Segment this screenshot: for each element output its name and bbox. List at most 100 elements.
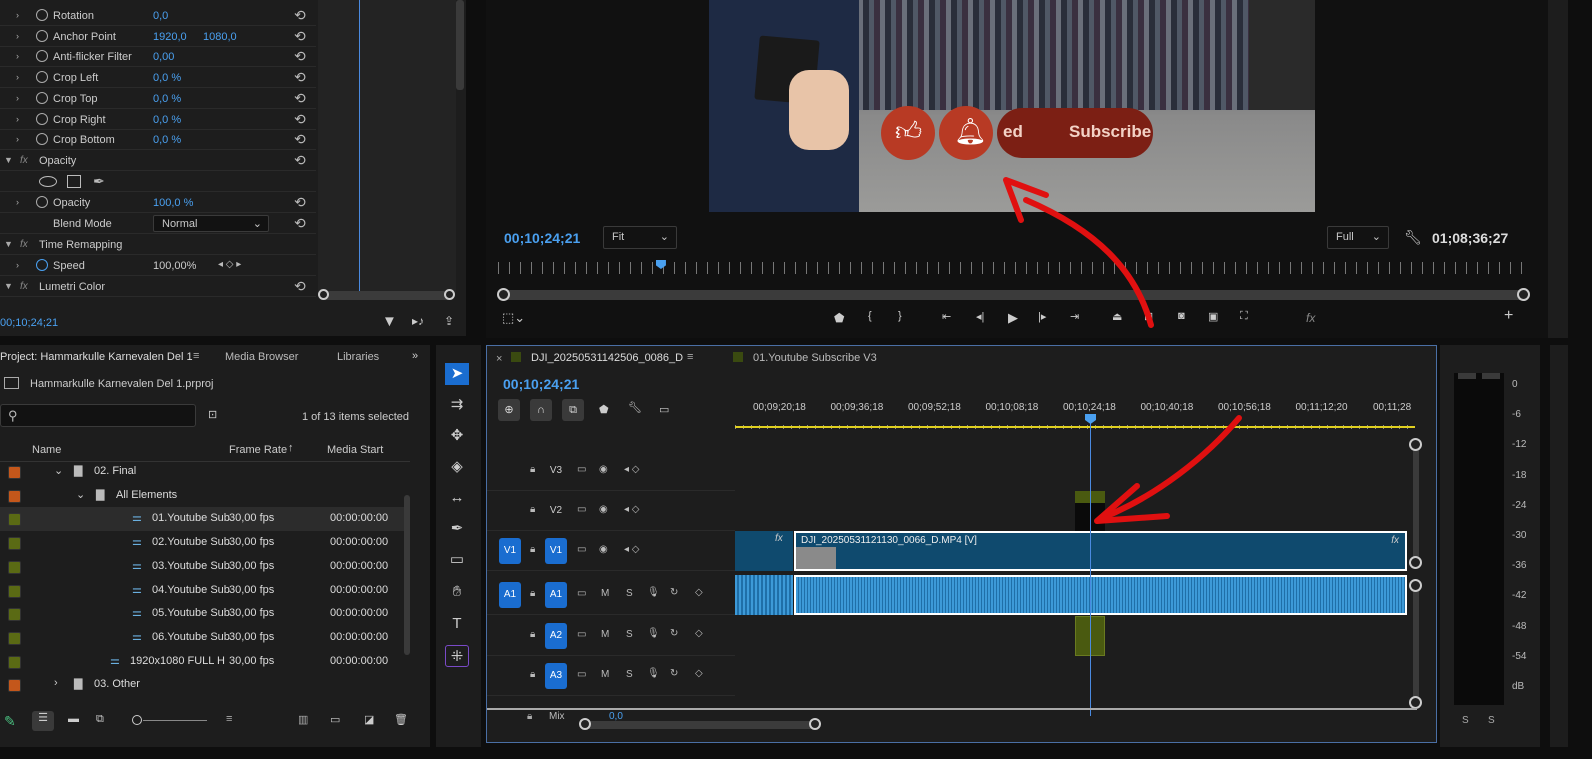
stopwatch-icon[interactable] — [36, 71, 48, 84]
work-area-bar[interactable] — [735, 426, 1415, 428]
label-color-swatch[interactable] — [8, 631, 21, 645]
reset-icon[interactable]: ⟲ — [294, 131, 306, 148]
audio-clip-main[interactable] — [794, 575, 1407, 615]
step-back-icon[interactable]: ◂| — [976, 310, 984, 323]
property-value-1[interactable]: 0,0 % — [153, 134, 181, 146]
label-color-swatch[interactable] — [8, 679, 21, 693]
menu-icon[interactable]: ≡ — [193, 350, 199, 362]
list-item[interactable]: ⚌ 05.Youtube Sub 30,00 fps 00:00:00:00 — [0, 602, 410, 626]
eye-icon[interactable]: ◉ — [599, 464, 608, 475]
lock-icon[interactable]: 🔒︎ — [530, 464, 535, 475]
keyframe-area[interactable] — [318, 0, 456, 292]
sync-lock-icon[interactable]: ▭ — [577, 464, 586, 475]
eye-icon[interactable]: ◉ — [599, 504, 608, 515]
close-icon[interactable]: × — [496, 353, 502, 365]
label-color-swatch[interactable] — [8, 537, 21, 551]
stopwatch-icon[interactable] — [36, 112, 48, 125]
reset-icon[interactable]: ⟲ — [294, 278, 306, 295]
video-clip-main[interactable]: DJI_20250531121130_0066_D.MP4 [V] fx — [794, 531, 1407, 571]
track-header-video[interactable]: 🔒︎ V3 ▭ ◉ ◂ ◇ — [487, 451, 735, 491]
mute-button[interactable]: M — [601, 629, 609, 640]
pen-mask-icon[interactable]: ✒ — [93, 173, 105, 190]
label-color-swatch[interactable] — [8, 584, 21, 598]
stopwatch-icon[interactable] — [36, 196, 48, 208]
property-value-1[interactable]: 0,0 % — [153, 114, 181, 126]
rectangle-tool-icon[interactable]: ▭ — [445, 549, 469, 571]
wrench-icon[interactable]: 🔧︎ — [1404, 229, 1422, 246]
mark-out-icon[interactable]: } — [898, 310, 902, 322]
scroll-handle[interactable] — [809, 718, 821, 730]
mark-in-icon[interactable]: { — [868, 310, 872, 322]
video-clip-left[interactable]: fx — [735, 531, 793, 571]
track-header-video[interactable]: 🔒︎ V2 ▭ ◉ ◂ ◇ — [487, 491, 735, 531]
nest-icon[interactable]: ⊕ — [498, 399, 520, 421]
chevron-right-icon[interactable]: › — [54, 677, 58, 689]
col-name[interactable]: Name — [32, 444, 61, 456]
sync-lock-icon[interactable]: ▭ — [577, 588, 586, 599]
lock-icon[interactable]: 🔒︎ — [530, 588, 535, 599]
sync-lock-icon[interactable]: ▭ — [577, 669, 586, 680]
lock-icon[interactable]: 🔒︎ — [527, 711, 532, 722]
sync-lock-icon[interactable]: ▭ — [577, 504, 586, 515]
stopwatch-icon[interactable] — [36, 9, 48, 21]
track-header-audio[interactable]: 🔒︎ A3 ▭ M S 🎙︎ ↻ ◇ — [487, 656, 735, 696]
track-select-tool-icon[interactable]: ⇉ — [445, 394, 469, 416]
property-value-1[interactable]: 0,0 % — [153, 93, 181, 105]
new-item-icon[interactable]: ◪ — [364, 713, 374, 726]
stopwatch-icon[interactable] — [36, 259, 48, 271]
time-remapping-section[interactable]: ▼ fx Time Remapping — [0, 235, 316, 255]
list-item[interactable]: ⌄ ▇ 02. Final — [0, 460, 410, 484]
vr-icon[interactable]: ⛶ — [1240, 310, 1248, 323]
stopwatch-icon[interactable] — [36, 91, 48, 104]
scrollbar[interactable] — [456, 0, 464, 90]
keyframe-nav-icon[interactable]: ◂ ◇ ▸ — [218, 259, 241, 270]
automate-icon[interactable]: ▥ — [298, 713, 308, 726]
marker-icon[interactable]: ⬟ — [834, 311, 844, 325]
scroll-handle[interactable] — [1409, 579, 1422, 592]
keyframe-icon[interactable]: ◇ — [695, 668, 703, 679]
track-target[interactable]: V1 — [545, 538, 567, 564]
chevron-down-icon[interactable]: ⌄ — [76, 488, 85, 501]
track-header-audio[interactable]: A1 🔒︎ A1 ▭ M S 🎙︎ ↻ ◇ — [487, 575, 735, 615]
list-item[interactable]: ⚌ 02.Youtube Sub 30,00 fps 00:00:00:00 — [0, 531, 410, 555]
reset-icon[interactable]: ⟲ — [294, 69, 306, 86]
reset-icon[interactable]: ⟲ — [294, 194, 306, 211]
lock-icon[interactable]: 🔒︎ — [530, 629, 535, 640]
zoom-handle-right[interactable] — [1517, 288, 1530, 301]
solo-button[interactable]: S — [626, 669, 633, 680]
effects-timecode[interactable]: 00;10;24;21 — [0, 317, 58, 329]
quality-select[interactable]: Full ⌄ — [1327, 226, 1389, 249]
list-item[interactable]: ⚌ 04.Youtube Sub 30,00 fps 00:00:00:00 — [0, 579, 410, 603]
pencil-icon[interactable]: ✎ — [4, 713, 16, 730]
fit-select[interactable]: Fit ⌄ — [603, 226, 677, 249]
rectangle-mask-icon[interactable] — [67, 175, 81, 188]
scrollbar[interactable] — [404, 495, 410, 655]
voiceover-icon[interactable]: ↻ — [670, 587, 678, 598]
fx-toggle-icon[interactable]: fx — [1306, 311, 1315, 325]
sync-lock-icon[interactable]: ▭ — [577, 544, 586, 555]
menu-icon[interactable]: ≡ — [687, 351, 693, 363]
solo-left[interactable]: S — [1462, 715, 1469, 726]
lock-icon[interactable]: 🔒︎ — [530, 504, 535, 515]
mute-button[interactable]: M — [601, 588, 609, 599]
blend-mode-select[interactable]: Normal ⌄ — [153, 215, 269, 232]
list-view-icon[interactable]: ☰ — [32, 711, 54, 731]
tab-libraries[interactable]: Libraries — [337, 351, 379, 363]
ripple-edit-tool-icon[interactable]: ✥ — [445, 425, 469, 447]
filter-icon[interactable]: ▼ — [382, 313, 397, 330]
zoom-handle-left[interactable] — [497, 288, 510, 301]
wrench-icon[interactable]: 🔧︎ — [628, 401, 642, 414]
label-color-swatch[interactable] — [8, 489, 21, 503]
opacity-value[interactable]: 100,0 % — [153, 197, 193, 209]
new-bin-from-search-icon[interactable]: ⊡ — [208, 408, 217, 421]
freeform-view-icon[interactable]: ⧉ — [96, 713, 104, 726]
captions-icon[interactable]: ▭ — [659, 403, 669, 416]
label-color-swatch[interactable] — [8, 513, 21, 527]
reset-icon[interactable]: ⟲ — [294, 7, 306, 24]
scroll-handle[interactable] — [579, 718, 591, 730]
opacity-section[interactable]: ▼ fx Opacity ⟲ — [0, 151, 316, 171]
scroll-handle[interactable] — [1409, 556, 1422, 569]
zoom-scrollbar[interactable] — [320, 291, 452, 300]
voiceover-icon[interactable]: ↻ — [670, 628, 678, 639]
comparison-icon[interactable]: ▣ — [1208, 310, 1218, 323]
